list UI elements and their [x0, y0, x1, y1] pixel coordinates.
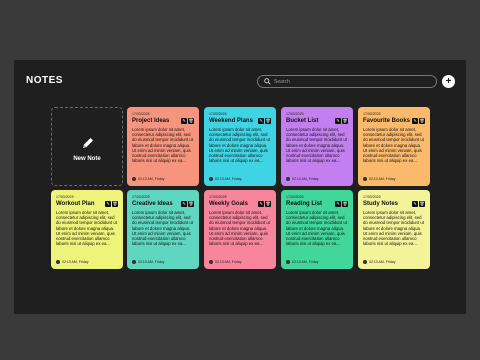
delete-icon[interactable]: 🗑: [112, 201, 118, 207]
note-date: 17/03/2025: [363, 195, 381, 199]
note-body: Lorem ipsum dolor sit amet, consectetur …: [286, 210, 347, 247]
edit-icon[interactable]: ✎: [181, 118, 187, 124]
app-title: NOTES: [26, 75, 63, 86]
edit-icon[interactable]: ✎: [335, 118, 341, 124]
note-body: Lorem ipsum dolor sit amet, consectetur …: [132, 127, 193, 164]
edit-icon[interactable]: ✎: [181, 201, 187, 207]
clock-icon: [56, 260, 60, 264]
note-time: 02:13 AM, Friday: [138, 260, 165, 264]
note-card[interactable]: 17/03/2025 Bucket List ✎ 🗑 Lorem ipsum dolor…: [281, 107, 353, 186]
new-note-button[interactable]: New Note: [51, 107, 123, 186]
note-card[interactable]: 17/03/2025 Workout Plan ✎ 🗑 Lorem ipsum dolo…: [51, 190, 123, 269]
edit-icon[interactable]: ✎: [412, 118, 418, 124]
delete-icon[interactable]: 🗑: [188, 201, 194, 207]
clock-icon: [132, 260, 136, 264]
note-card[interactable]: 17/03/2025 Study Notes ✎ 🗑 Lorem ipsum dolor…: [358, 190, 430, 269]
note-time: 02:13 AM, Friday: [215, 260, 242, 264]
edit-icon[interactable]: ✎: [105, 201, 111, 207]
clock-icon: [209, 177, 213, 181]
pencil-icon: [83, 138, 93, 148]
note-body: Lorem ipsum dolor sit amet, consectetur …: [209, 210, 270, 247]
note-title: Reading List: [286, 201, 323, 207]
edit-icon[interactable]: ✎: [412, 201, 418, 207]
edit-icon[interactable]: ✎: [258, 118, 264, 124]
note-card[interactable]: 17/03/2025 Creative Ideas ✎ 🗑 Lorem ipsum do…: [127, 190, 199, 269]
note-body: Lorem ipsum dolor sit amet, consectetur …: [363, 127, 424, 164]
note-date: 17/03/2025: [363, 112, 381, 116]
delete-icon[interactable]: 🗑: [342, 118, 348, 124]
delete-icon[interactable]: 🗑: [188, 118, 194, 124]
clock-icon: [132, 177, 136, 181]
new-note-label: New Note: [73, 156, 101, 162]
clock-icon: [209, 260, 213, 264]
note-time: 02:13 AM, Friday: [369, 177, 396, 181]
delete-icon[interactable]: 🗑: [265, 201, 271, 207]
note-title: Weekly Goals: [209, 201, 248, 207]
edit-icon[interactable]: ✎: [335, 201, 341, 207]
note-card[interactable]: 17/03/2025 Favourite Books ✎ 🗑 Lorem ipsum d…: [358, 107, 430, 186]
note-time: 02:13 AM, Friday: [292, 177, 319, 181]
clock-icon: [363, 260, 367, 264]
note-date: 17/03/2025: [209, 195, 227, 199]
note-time: 02:13 AM, Friday: [138, 177, 165, 181]
note-title: Project Ideas: [132, 118, 170, 124]
search-input[interactable]: [274, 76, 424, 87]
note-title: Workout Plan: [56, 201, 95, 207]
note-body: Lorem ipsum dolor sit amet, consectetur …: [56, 210, 117, 247]
clock-icon: [286, 177, 290, 181]
search-bar[interactable]: [257, 75, 437, 88]
search-icon: [264, 78, 271, 85]
note-date: 17/03/2025: [132, 112, 150, 116]
delete-icon[interactable]: 🗑: [265, 118, 271, 124]
note-title: Favourite Books: [363, 118, 411, 124]
note-body: Lorem ipsum dolor sit amet, consectetur …: [286, 127, 347, 164]
delete-icon[interactable]: 🗑: [342, 201, 348, 207]
clock-icon: [286, 260, 290, 264]
note-time: 02:13 AM, Friday: [369, 260, 396, 264]
clock-icon: [363, 177, 367, 181]
note-card[interactable]: 17/03/2025 Weekend Plans ✎ 🗑 Lorem ipsum dol…: [204, 107, 276, 186]
note-title: Weekend Plans: [209, 118, 253, 124]
notes-app-window: NOTES + New Note 17/03/2025 Project Ideas…: [14, 60, 466, 314]
note-title: Creative Ideas: [132, 201, 173, 207]
add-note-button[interactable]: +: [442, 75, 455, 88]
note-date: 17/03/2025: [56, 195, 74, 199]
note-date: 17/03/2025: [132, 195, 150, 199]
note-body: Lorem ipsum dolor sit amet, consectetur …: [209, 127, 270, 164]
note-time: 02:13 AM, Friday: [215, 177, 242, 181]
note-card[interactable]: 17/03/2025 Project Ideas ✎ 🗑 Lorem ipsum dol…: [127, 107, 199, 186]
note-title: Study Notes: [363, 201, 399, 207]
note-card[interactable]: 17/03/2025 Reading List ✎ 🗑 Lorem ipsum dolo…: [281, 190, 353, 269]
delete-icon[interactable]: 🗑: [419, 118, 425, 124]
delete-icon[interactable]: 🗑: [419, 201, 425, 207]
note-card[interactable]: 17/03/2025 Weekly Goals ✎ 🗑 Lorem ipsum dolo…: [204, 190, 276, 269]
note-date: 17/03/2025: [286, 195, 304, 199]
note-date: 17/03/2025: [209, 112, 227, 116]
note-body: Lorem ipsum dolor sit amet, consectetur …: [132, 210, 193, 247]
edit-icon[interactable]: ✎: [258, 201, 264, 207]
note-body: Lorem ipsum dolor sit amet, consectetur …: [363, 210, 424, 247]
note-title: Bucket List: [286, 118, 319, 124]
note-time: 02:13 AM, Friday: [292, 260, 319, 264]
note-time: 02:13 AM, Friday: [62, 260, 89, 264]
note-date: 17/03/2025: [286, 112, 304, 116]
